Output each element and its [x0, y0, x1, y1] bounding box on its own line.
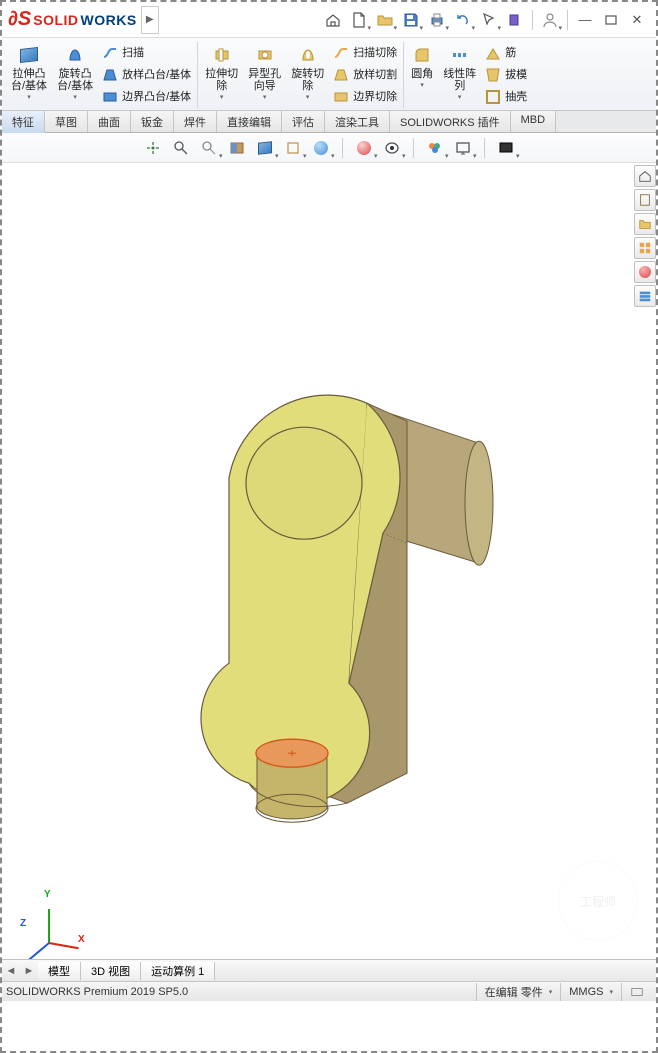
tab-motion-study[interactable]: 运动算例 1: [141, 962, 215, 980]
tab-model[interactable]: 模型: [38, 962, 81, 980]
tab-evaluate[interactable]: 评估: [282, 111, 325, 132]
rib-label: 筋: [505, 47, 516, 59]
axis-x-label: X: [78, 934, 85, 945]
cut-revolve-label: 旋转切除: [291, 68, 324, 92]
reference-triad[interactable]: Y X Z: [20, 891, 80, 951]
tab-addins[interactable]: SOLIDWORKS 插件: [390, 111, 511, 132]
extrude-boss-label: 拉伸凸台/基体: [11, 68, 47, 92]
status-units[interactable]: MMGS: [560, 983, 621, 1001]
taskpane-custom-properties-icon[interactable]: [634, 285, 656, 307]
taskpane-view-palette-icon[interactable]: [634, 237, 656, 259]
taskpane-appearances-icon[interactable]: [634, 261, 656, 283]
home-button[interactable]: [320, 7, 346, 33]
tab-mbd[interactable]: MBD: [511, 111, 556, 132]
ribbon: 拉伸凸台/基体▾ 旋转凸台/基体▾ 扫描 放样凸台/基体 边界凸台/基体 拉伸切…: [2, 38, 656, 111]
minimize-button[interactable]: —: [572, 7, 598, 33]
draft-label: 拔模: [505, 69, 527, 81]
loft-boss-button[interactable]: 放样凸台/基体: [100, 64, 193, 86]
tab-directedit[interactable]: 直接编辑: [217, 111, 282, 132]
tab-sheetmetal[interactable]: 钣金: [131, 111, 174, 132]
tab-surfaces[interactable]: 曲面: [88, 111, 131, 132]
cut-loft-label: 放样切割: [353, 69, 397, 81]
app-name-works: WORKS: [81, 12, 137, 28]
rib-button[interactable]: 筋: [483, 42, 529, 64]
fillet-button[interactable]: 圆角▾: [408, 42, 436, 98]
edit-appearance-icon[interactable]: [353, 137, 375, 159]
rebuild-button[interactable]: [502, 7, 528, 33]
boundary-boss-button[interactable]: 边界凸台/基体: [100, 86, 193, 108]
apply-scene-icon[interactable]: [381, 137, 403, 159]
print-button[interactable]: [424, 7, 450, 33]
cut-extrude-label: 拉伸切除: [205, 68, 238, 92]
task-pane: [632, 163, 656, 309]
tabs-scroll-right[interactable]: ►: [20, 965, 38, 977]
zoom-area-icon[interactable]: [170, 137, 192, 159]
tabs-scroll-left[interactable]: ◄: [2, 965, 20, 977]
linear-pattern-button[interactable]: 线性阵列▾: [440, 42, 479, 104]
render-tools-icon[interactable]: [495, 137, 517, 159]
tab-sketch[interactable]: 草图: [45, 111, 88, 132]
cut-boundary-button[interactable]: 边界切除: [331, 86, 399, 108]
watermark: 工程师: [558, 861, 638, 941]
cut-sweep-label: 扫描切除: [353, 47, 397, 59]
taskpane-home-icon[interactable]: [634, 165, 656, 187]
command-search-expand[interactable]: ▶: [141, 6, 159, 34]
model-3d-part: [119, 303, 539, 863]
status-edit-state[interactable]: 在编辑 零件: [476, 983, 561, 1001]
shell-button[interactable]: 抽壳: [483, 86, 529, 108]
ds-logo-icon: ∂S: [8, 8, 31, 31]
sweep-boss-button[interactable]: 扫描: [100, 42, 193, 64]
taskpane-file-explorer-icon[interactable]: [634, 213, 656, 235]
cut-sweep-button[interactable]: 扫描切除: [331, 42, 399, 64]
new-file-button[interactable]: [346, 7, 372, 33]
zoom-fit-icon[interactable]: [142, 137, 164, 159]
status-version: SOLIDWORKS Premium 2019 SP5.0: [6, 986, 188, 998]
user-button[interactable]: [537, 7, 563, 33]
hide-show-icon[interactable]: [310, 137, 332, 159]
tab-render[interactable]: 渲染工具: [325, 111, 390, 132]
boundary-boss-label: 边界凸台/基体: [122, 91, 191, 103]
graphics-area[interactable]: Y X Z 工程师 ◄ ► 模型 3D 视图 运动算例 1: [2, 163, 656, 981]
save-button[interactable]: [398, 7, 424, 33]
cut-extrude-button[interactable]: 拉伸切除▾: [202, 42, 241, 104]
loft-boss-label: 放样凸台/基体: [122, 69, 191, 81]
taskpane-design-library-icon[interactable]: [634, 189, 656, 211]
tab-3dview[interactable]: 3D 视图: [81, 962, 141, 980]
fillet-label: 圆角: [411, 68, 433, 80]
section-view-icon[interactable]: [226, 137, 248, 159]
undo-button[interactable]: [450, 7, 476, 33]
revolve-boss-label: 旋转凸台/基体: [57, 68, 93, 92]
app-name-solid: SOLID: [33, 12, 78, 28]
status-extra-icon[interactable]: [621, 983, 652, 1001]
view-orientation-icon[interactable]: [254, 137, 276, 159]
cut-revolve-button[interactable]: 旋转切除▾: [288, 42, 327, 104]
tab-features[interactable]: 特征: [2, 111, 45, 133]
status-bar: SOLIDWORKS Premium 2019 SP5.0 在编辑 零件 MMG…: [2, 981, 656, 1001]
motion-tabs: ◄ ► 模型 3D 视图 运动算例 1: [2, 959, 656, 981]
close-button[interactable]: ✕: [624, 7, 650, 33]
command-manager-tabs: 特征 草图 曲面 钣金 焊件 直接编辑 评估 渲染工具 SOLIDWORKS 插…: [2, 111, 656, 133]
extrude-boss-button[interactable]: 拉伸凸台/基体▾: [8, 42, 50, 104]
shell-label: 抽壳: [505, 91, 527, 103]
appearances-palette-icon[interactable]: [424, 137, 446, 159]
axis-y-label: Y: [44, 889, 51, 900]
revolve-boss-button[interactable]: 旋转凸台/基体▾: [54, 42, 96, 104]
hole-wizard-button[interactable]: 异型孔向导▾: [245, 42, 284, 104]
tab-weldments[interactable]: 焊件: [174, 111, 217, 132]
linear-pattern-label: 线性阵列: [443, 68, 476, 92]
maximize-button[interactable]: [598, 7, 624, 33]
app-logo: ∂S SOLIDWORKS: [8, 8, 137, 31]
sweep-boss-label: 扫描: [122, 47, 144, 59]
hole-wizard-label: 异型孔向导: [248, 68, 281, 92]
heads-up-view-toolbar: [2, 133, 656, 163]
previous-view-icon[interactable]: [198, 137, 220, 159]
cut-loft-button[interactable]: 放样切割: [331, 64, 399, 86]
open-file-button[interactable]: [372, 7, 398, 33]
cut-boundary-label: 边界切除: [353, 91, 397, 103]
select-button[interactable]: [476, 7, 502, 33]
display-style-icon[interactable]: [282, 137, 304, 159]
view-settings-icon[interactable]: [452, 137, 474, 159]
axis-z-label: Z: [20, 918, 26, 929]
draft-button[interactable]: 拔模: [483, 64, 529, 86]
